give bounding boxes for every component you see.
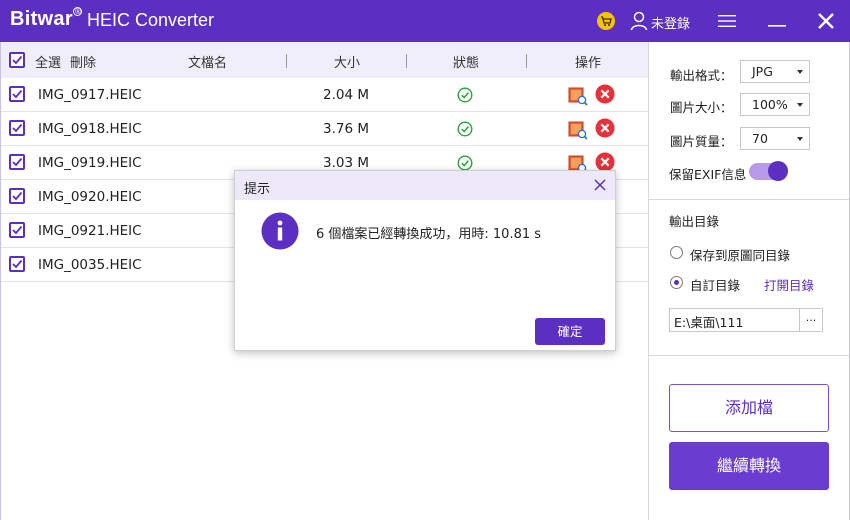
radio-same-dir-label[interactable]: 保存到原圖同目錄 — [690, 245, 790, 264]
file-name: IMG_0920.HEIC — [38, 189, 142, 205]
row-checkbox[interactable] — [9, 222, 25, 238]
list-header: 全選 刪除 文檔名 大小 狀態 操作 — [1, 42, 648, 78]
table-row[interactable]: IMG_0918.HEIC 3.76 M — [1, 112, 648, 146]
title-bar: Bitwar ® HEIC Converter 未登錄 — [0, 0, 850, 42]
divider — [649, 199, 849, 200]
image-size-label: 圖片大小： — [670, 100, 733, 115]
continue-convert-button[interactable]: 繼續轉換 — [669, 442, 829, 490]
row-checkbox[interactable] — [9, 86, 25, 102]
success-check-icon — [457, 155, 473, 171]
delete-button[interactable]: 刪除 — [70, 52, 96, 71]
row-checkbox[interactable] — [9, 188, 25, 204]
browse-button[interactable]: ... — [799, 308, 823, 332]
select-all-checkbox[interactable] — [9, 52, 25, 68]
image-quality-label: 圖片質量： — [670, 134, 733, 149]
open-directory-link[interactable]: 打開目錄 — [764, 275, 814, 294]
add-file-button[interactable]: 添加檔 — [669, 384, 829, 432]
info-icon — [261, 212, 299, 250]
row-checkbox[interactable] — [9, 256, 25, 272]
remove-file-icon[interactable] — [595, 118, 615, 138]
app-title: HEIC Converter — [87, 10, 215, 30]
file-name: IMG_0918.HEIC — [38, 121, 142, 137]
success-check-icon — [457, 121, 473, 137]
row-checkbox[interactable] — [9, 154, 25, 170]
image-quality-value: 70 — [752, 131, 768, 146]
file-name: IMG_0035.HEIC — [38, 257, 142, 273]
chevron-down-icon — [797, 137, 803, 141]
exif-toggle-knob[interactable] — [768, 161, 788, 181]
login-status[interactable]: 未登錄 — [651, 13, 690, 32]
close-icon[interactable] — [594, 179, 606, 191]
remove-file-icon[interactable] — [595, 152, 615, 172]
column-divider — [286, 54, 287, 68]
file-name: IMG_0919.HEIC — [38, 155, 142, 171]
file-size: 3.76 M — [323, 121, 369, 137]
column-status: 狀態 — [453, 56, 480, 71]
column-size: 大小 — [334, 56, 361, 71]
success-check-icon — [457, 87, 473, 103]
file-size: 2.04 M — [323, 87, 369, 103]
exif-label: 保留EXIF信息 — [669, 167, 747, 182]
dialog-title: 提示 — [244, 182, 271, 197]
output-format-select[interactable]: JPG — [740, 60, 810, 83]
output-format-value: JPG — [752, 64, 773, 79]
user-icon[interactable] — [630, 11, 648, 31]
output-path-input[interactable]: E:\桌面\111 — [669, 308, 800, 332]
image-quality-select[interactable]: 70 — [740, 127, 810, 150]
menu-icon[interactable] — [718, 14, 736, 28]
dialog-message: 6 個檔案已經轉換成功，用時: 10.81 s — [316, 227, 542, 242]
remove-file-icon[interactable] — [595, 84, 615, 104]
cart-icon[interactable] — [597, 12, 615, 30]
column-divider — [526, 54, 527, 68]
info-dialog: 提示 6 個檔案已經轉換成功，用時: 10.81 s 確定 — [234, 170, 616, 351]
preview-image-icon[interactable] — [568, 86, 588, 106]
chevron-down-icon — [797, 103, 803, 107]
select-all-label[interactable]: 全選 — [35, 52, 61, 71]
output-dir-label: 輸出目錄 — [669, 214, 720, 229]
divider — [649, 355, 849, 356]
close-icon[interactable] — [817, 12, 835, 30]
settings-panel: 輸出格式： JPG 圖片大小： 100% 圖片質量： 70 保留EXIF信息 輸… — [648, 42, 850, 520]
column-divider — [406, 54, 407, 68]
dialog-header: 提示 — [235, 171, 615, 200]
radio-custom-dir-label[interactable]: 自訂目錄 — [690, 275, 740, 294]
file-name: IMG_0917.HEIC — [38, 87, 142, 103]
radio-same-dir[interactable] — [670, 246, 683, 259]
minimize-icon[interactable] — [768, 14, 786, 28]
row-checkbox[interactable] — [9, 120, 25, 136]
radio-custom-dir[interactable] — [670, 276, 683, 289]
column-action: 操作 — [575, 56, 602, 71]
chevron-down-icon — [797, 70, 803, 74]
column-filename: 文檔名 — [188, 56, 228, 71]
image-size-select[interactable]: 100% — [740, 93, 810, 116]
image-size-value: 100% — [752, 97, 788, 112]
table-row[interactable]: IMG_0917.HEIC 2.04 M — [1, 78, 648, 112]
preview-image-icon[interactable] — [568, 120, 588, 140]
file-size: 3.03 M — [323, 155, 369, 171]
app-logo: Bitwar — [10, 8, 73, 30]
output-format-label: 輸出格式： — [670, 68, 733, 83]
ok-button[interactable]: 確定 — [535, 318, 605, 345]
file-name: IMG_0921.HEIC — [38, 223, 142, 239]
registered-mark: ® — [73, 7, 82, 16]
